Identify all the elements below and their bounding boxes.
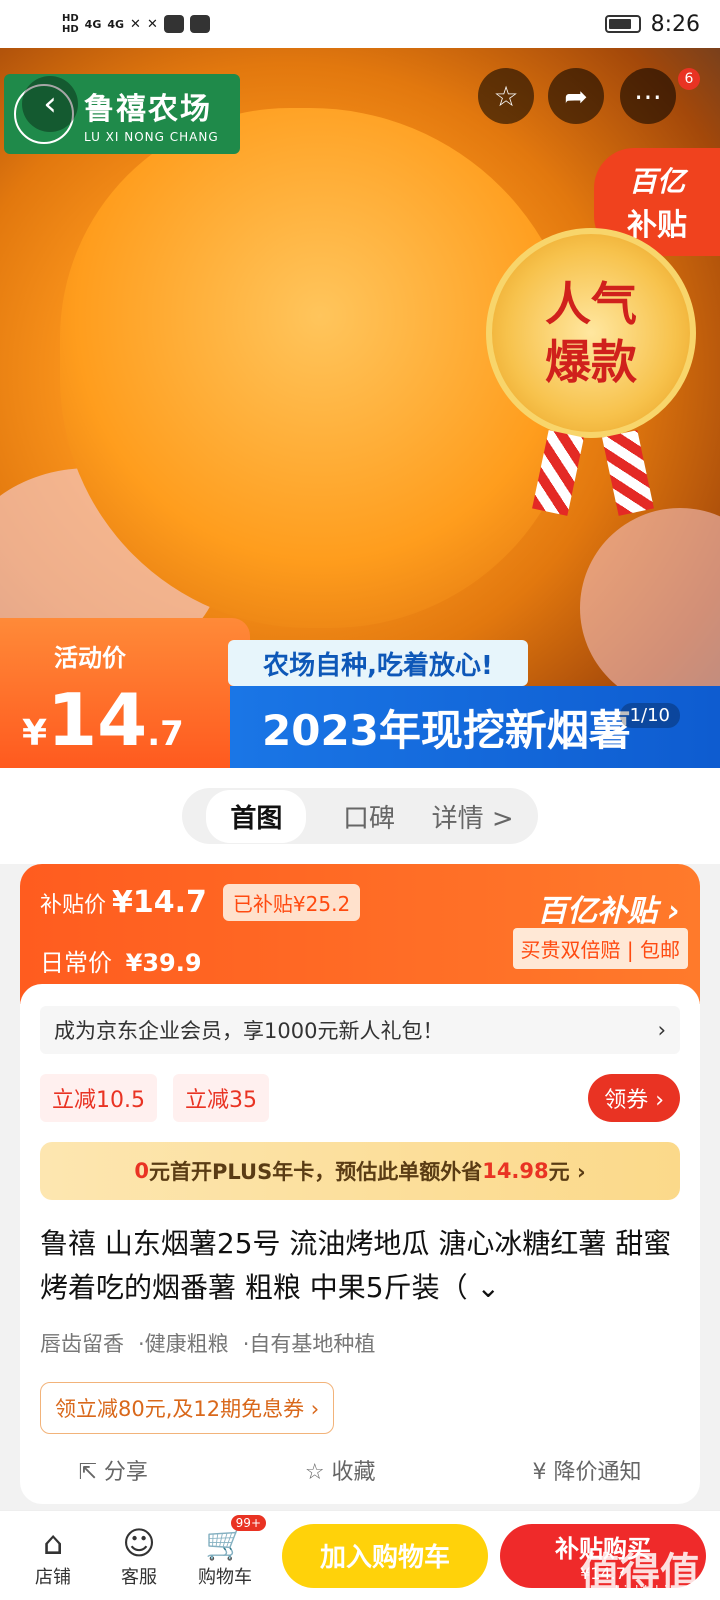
- subsidy-header: 补贴价 ¥14.7 已补贴¥25.2 日常价 ¥39.9 百亿补贴 › 买贵双倍…: [20, 864, 700, 1004]
- service-button[interactable]: ☺ 客服: [96, 1523, 182, 1589]
- cart-badge: 99+: [230, 1514, 266, 1531]
- yen-icon: ¥: [532, 1460, 554, 1485]
- more-dots-icon: ⋯: [634, 79, 662, 113]
- chevron-right-icon: ›: [657, 1018, 666, 1042]
- tab-reviews[interactable]: 口碑: [343, 798, 395, 835]
- plus-membership-bar[interactable]: 0 元首开PLUS年卡，预估此单额外省 14.98 元 ›: [40, 1142, 680, 1200]
- star-icon: ☆: [493, 79, 519, 113]
- share-arrow-icon: ➦: [564, 79, 588, 113]
- banner-slogan: 农场自种,吃着放心!: [228, 640, 528, 686]
- popular-medal: 人气 爆款: [486, 228, 696, 438]
- chevron-left-icon: ‹: [43, 84, 57, 124]
- member-bar[interactable]: 成为京东企业会员，享1000元新人礼包！ ›: [40, 1006, 680, 1054]
- section-tabs: 首图 口碑 详情 >: [0, 768, 720, 864]
- subsidy-price-value: ¥14.7: [112, 885, 207, 920]
- share-button[interactable]: ➦: [548, 68, 604, 124]
- more-button[interactable]: ⋯: [620, 68, 676, 124]
- add-to-cart-button[interactable]: 加入购物车: [282, 1523, 488, 1588]
- cart-button[interactable]: 🛒 购物车 99+: [182, 1514, 268, 1589]
- signal-icon-2: 4G: [107, 17, 125, 31]
- coupon-chip-2[interactable]: 立减35: [173, 1074, 269, 1122]
- more-badge: 6: [678, 68, 700, 90]
- star-outline-icon: ☆: [304, 1460, 332, 1485]
- service-icon: ☺: [122, 1523, 156, 1562]
- missed-call-icon: ✕: [130, 16, 141, 32]
- price-alert-action[interactable]: ¥ 降价通知: [532, 1454, 641, 1486]
- product-title: 鲁禧 山东烟薯25号 流油烤地瓜 溏心冰糖红薯 甜蜜烤着吃的烟番薯 粗粮 中果5…: [40, 1227, 672, 1304]
- brand-name: 鲁禧农场: [84, 92, 212, 127]
- watermark-url: zhizhizhi.com: [607, 1584, 702, 1600]
- saved-chip: 已补贴¥25.2: [222, 884, 361, 921]
- medal-ribbon-2: [602, 430, 654, 516]
- signal-icon: 4G: [84, 17, 102, 31]
- activity-price-box: 活动价 ¥14.7: [0, 618, 250, 768]
- promo-coupon-button[interactable]: 领立减80元,及12期免息券 ›: [40, 1382, 335, 1434]
- tab-details[interactable]: 详情 >: [432, 798, 514, 835]
- coupon-row: 立减10.5 立减35 领券 ›: [40, 1074, 680, 1122]
- favorite-button[interactable]: ☆: [478, 68, 534, 124]
- claim-coupon-button[interactable]: 领券 ›: [588, 1074, 680, 1122]
- favorite-action[interactable]: ☆ 收藏: [305, 1454, 376, 1486]
- subsidy-brand-link[interactable]: 百亿补贴 ›: [537, 886, 680, 930]
- status-icons: HD HD 4G 4G ✕ ✕: [62, 13, 210, 35]
- share-icon: ⇱: [78, 1460, 104, 1485]
- coupon-chip[interactable]: 立减10.5: [40, 1074, 157, 1122]
- brand-sub: LU XI NONG CHANG: [84, 130, 219, 144]
- store-button[interactable]: ⌂ 店铺: [10, 1523, 96, 1589]
- notification-icon-2: [189, 15, 210, 33]
- subsidy-guarantee: 买贵双倍赔 | 包邮: [512, 928, 688, 969]
- back-button[interactable]: ‹: [22, 76, 78, 132]
- product-tags: 唇齿留香 ·健康粗粮 ·自有基地种植: [40, 1332, 376, 1356]
- product-actions: ⇱ 分享 ☆ 收藏 ¥ 降价通知: [0, 1430, 720, 1510]
- expand-chevron-icon[interactable]: ⌄: [477, 1271, 500, 1304]
- subsidy-price-label: 补贴价: [40, 892, 107, 918]
- store-icon: ⌂: [42, 1523, 64, 1562]
- battery-icon: [604, 15, 641, 33]
- missed-call-icon-2: ✕: [146, 16, 158, 32]
- share-action[interactable]: ⇱ 分享: [78, 1454, 147, 1486]
- notification-icon: [163, 15, 184, 33]
- daily-price-value: ¥39.9: [125, 949, 202, 977]
- tab-main-image[interactable]: 首图: [206, 789, 307, 843]
- carousel-pager: 1/10: [619, 703, 680, 728]
- hd-indicator: HD HD: [62, 13, 79, 35]
- hand-shape-2: [580, 508, 720, 708]
- daily-price-label: 日常价: [40, 949, 112, 977]
- product-image-carousel[interactable]: 鲁禧农场 LU XI NONG CHANG ‹ ☆ ➦ ⋯ 6 百亿 补贴 人气…: [0, 48, 720, 768]
- status-bar: HD HD 4G 4G ✕ ✕ 8:26: [0, 0, 720, 48]
- product-info-card: 补贴价 ¥14.7 已补贴¥25.2 日常价 ¥39.9 百亿补贴 › 买贵双倍…: [20, 864, 700, 1504]
- clock: 8:26: [650, 11, 700, 37]
